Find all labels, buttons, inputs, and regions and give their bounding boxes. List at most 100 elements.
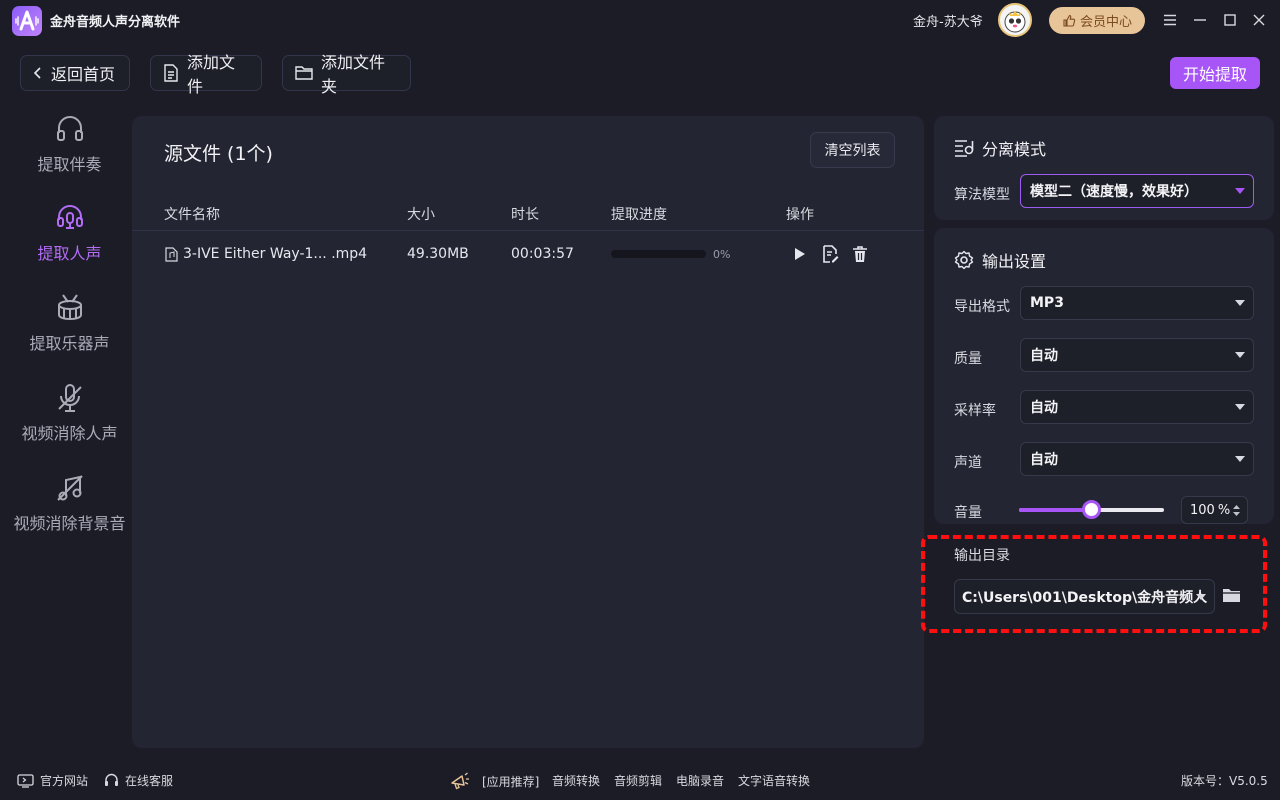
app-logo — [12, 6, 42, 36]
model-select[interactable]: 模型二（速度慢，效果好） — [1020, 174, 1254, 208]
volume-slider-fill — [1019, 508, 1092, 512]
document-icon — [163, 64, 179, 82]
model-value: 模型二（速度慢，效果好） — [1030, 184, 1198, 200]
minimize-icon[interactable] — [1190, 10, 1210, 30]
separation-title: 分离模式 — [954, 136, 1046, 160]
headphones-icon — [54, 113, 86, 145]
official-website-label: 官方网站 — [40, 774, 89, 788]
maximize-icon[interactable] — [1220, 10, 1240, 30]
chevron-left-icon — [33, 66, 43, 80]
headset-icon — [104, 773, 119, 788]
channel-label: 声道 — [954, 455, 982, 471]
volume-label: 音量 — [954, 505, 982, 521]
menu-icon[interactable] — [1160, 10, 1180, 30]
format-value: MP3 — [1030, 295, 1064, 311]
music-off-icon — [54, 472, 86, 504]
app-title: 金舟音频人声分离软件 — [50, 15, 181, 30]
samplerate-label: 采样率 — [954, 403, 996, 419]
progress-percent: 0% — [713, 248, 731, 261]
volume-unit: % — [1217, 502, 1231, 518]
back-home-button[interactable]: 返回首页 — [20, 55, 130, 91]
footer-link-pc-record[interactable]: 电脑录音 — [676, 772, 724, 789]
online-support-link[interactable]: 在线客服 — [104, 772, 173, 789]
separation-title-label: 分离模式 — [982, 140, 1047, 159]
gear-icon — [954, 250, 974, 270]
edit-document-icon[interactable] — [822, 245, 839, 263]
mic-off-icon — [54, 382, 86, 414]
column-header-actions: 操作 — [786, 207, 814, 223]
progress-bar — [611, 250, 706, 258]
column-header-duration: 时长 — [511, 207, 539, 223]
add-folder-button[interactable]: 添加文件夹 — [282, 53, 411, 96]
sidebar-item-extract-instrument[interactable]: 提取乐器声 — [0, 292, 139, 354]
official-website-link[interactable]: 官方网站 — [17, 772, 88, 789]
sidebar-item-video-remove-vocals[interactable]: 视频消除人声 — [0, 382, 139, 444]
vocal-headset-icon — [54, 202, 86, 234]
chevron-down-icon — [1235, 404, 1245, 410]
sidebar-item-label: 视频消除背景音 — [13, 514, 126, 533]
volume-stepper[interactable]: 100 % — [1181, 496, 1248, 524]
footer-link-audio-convert[interactable]: 音频转换 — [552, 772, 600, 789]
monitor-icon — [17, 773, 34, 788]
file-icon — [165, 247, 178, 262]
output-settings-label: 输出设置 — [982, 252, 1047, 271]
highlight-annotation-box — [921, 535, 1267, 633]
chevron-down-icon — [1235, 188, 1245, 194]
channel-value: 自动 — [1030, 452, 1058, 468]
recommend-label: [应用推荐] — [482, 774, 540, 789]
quality-value: 自动 — [1030, 348, 1058, 364]
drum-icon — [54, 292, 86, 324]
close-icon[interactable] — [1249, 10, 1269, 30]
footer-link-audio-edit[interactable]: 音频剪辑 — [614, 772, 662, 789]
header-divider — [132, 230, 924, 231]
volume-slider-handle[interactable] — [1081, 500, 1101, 519]
column-header-name: 文件名称 — [164, 207, 220, 223]
sidebar-item-label: 提取伴奏 — [37, 155, 102, 174]
start-extract-button[interactable]: 开始提取 — [1170, 57, 1260, 89]
folder-icon — [295, 65, 313, 81]
member-center-button[interactable]: 会员中心 — [1049, 7, 1145, 34]
back-home-label: 返回首页 — [51, 65, 116, 84]
column-header-size: 大小 — [407, 207, 435, 223]
sidebar-item-label: 提取乐器声 — [29, 334, 110, 353]
chevron-down-icon — [1235, 352, 1245, 358]
sidebar-item-label: 提取人声 — [37, 244, 102, 263]
samplerate-value: 自动 — [1030, 400, 1058, 416]
footer-link-tts[interactable]: 文字语音转换 — [738, 772, 810, 789]
sidebar-item-extract-accompaniment[interactable]: 提取伴奏 — [0, 113, 139, 175]
play-icon[interactable] — [794, 247, 806, 261]
member-center-label: 会员中心 — [1079, 15, 1132, 30]
separation-mode-icon — [954, 138, 974, 158]
output-settings-panel — [934, 228, 1274, 524]
format-label: 导出格式 — [954, 299, 1010, 315]
file-size: 49.30MB — [407, 246, 469, 262]
quality-label: 质量 — [954, 351, 982, 367]
format-select[interactable]: MP3 — [1020, 286, 1254, 320]
megaphone-icon — [450, 772, 470, 790]
thumbs-up-icon — [1062, 14, 1076, 28]
volume-value: 100 — [1190, 502, 1215, 518]
file-duration: 00:03:57 — [511, 246, 574, 262]
model-label: 算法模型 — [954, 187, 1010, 203]
stepper-arrows-icon[interactable] — [1232, 503, 1241, 518]
column-header-progress: 提取进度 — [611, 207, 667, 223]
add-file-button[interactable]: 添加文件 — [150, 53, 262, 96]
output-settings-title: 输出设置 — [954, 248, 1046, 272]
add-folder-label: 添加文件夹 — [321, 53, 386, 96]
channel-select[interactable]: 自动 — [1020, 442, 1254, 476]
app-recommend: [应用推荐] — [450, 772, 539, 790]
avatar[interactable] — [998, 3, 1032, 37]
online-support-label: 在线客服 — [125, 774, 174, 788]
version-text: 版本号：V5.0.5 — [1181, 774, 1268, 788]
sidebar-item-extract-vocals[interactable]: 提取人声 — [0, 202, 139, 264]
add-file-label: 添加文件 — [187, 53, 236, 96]
delete-icon[interactable] — [852, 246, 868, 263]
file-name: 3-IVE Either Way-1... .mp4 — [183, 246, 368, 262]
clear-list-button[interactable]: 清空列表 — [810, 132, 895, 168]
username[interactable]: 金舟-苏大爷 — [913, 11, 983, 30]
samplerate-select[interactable]: 自动 — [1020, 390, 1254, 424]
chevron-down-icon — [1235, 300, 1245, 306]
chevron-down-icon — [1235, 456, 1245, 462]
sidebar-item-video-remove-background[interactable]: 视频消除背景音 — [0, 472, 139, 534]
quality-select[interactable]: 自动 — [1020, 338, 1254, 372]
